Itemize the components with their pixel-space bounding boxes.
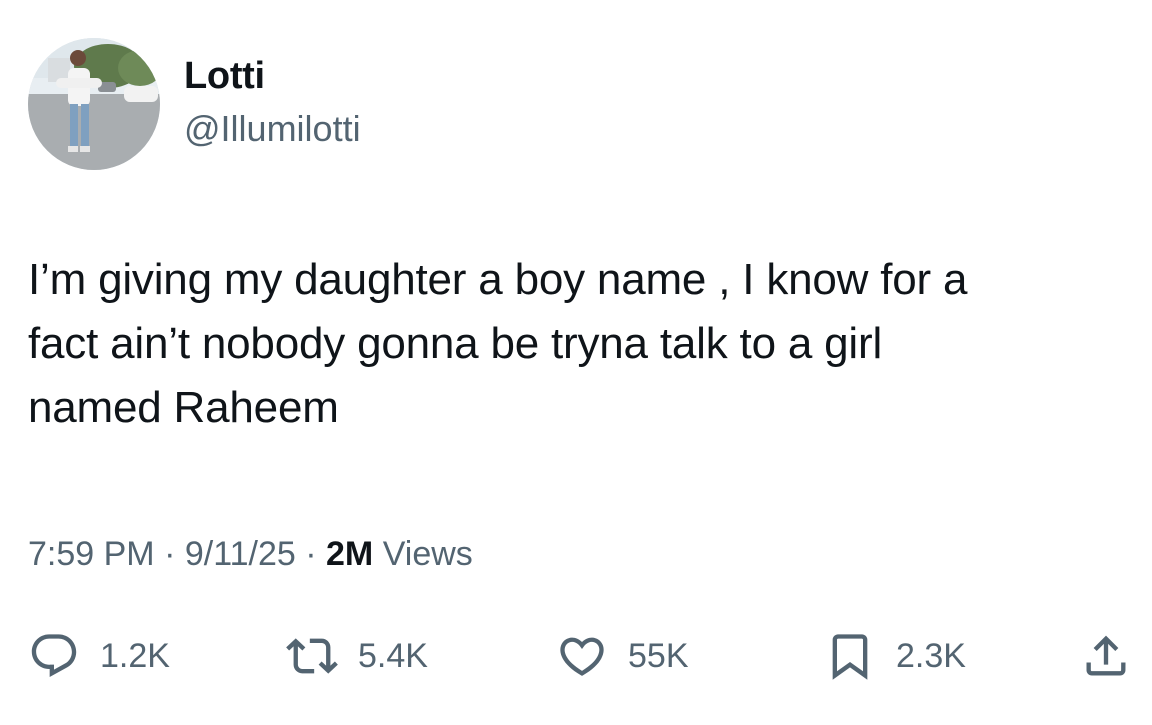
tweet-meta: 7:59 PM · 9/11/25 · 2M Views	[28, 530, 473, 578]
like-count: 55K	[628, 637, 689, 675]
bookmark-button[interactable]: 2.3K	[824, 624, 966, 688]
bookmark-icon	[832, 634, 868, 680]
reply-count: 1.2K	[100, 637, 170, 675]
meta-separator: ·	[305, 535, 317, 573]
retweet-button[interactable]: 5.4K	[286, 624, 428, 688]
user-handle[interactable]: @Illumilotti	[184, 106, 361, 152]
avatar-photo	[28, 38, 160, 170]
action-bar: 1.2K 5.4K 55K 2.3K	[28, 624, 1140, 688]
tweet-time[interactable]: 7:59 PM	[28, 535, 155, 573]
views-label: Views	[382, 535, 473, 573]
meta-separator: ·	[164, 535, 176, 573]
retweet-count: 5.4K	[358, 637, 428, 675]
reply-icon	[31, 634, 77, 678]
share-icon	[1086, 635, 1126, 676]
tweet-date[interactable]: 9/11/25	[185, 535, 296, 573]
heart-icon	[560, 637, 604, 676]
reply-button[interactable]: 1.2K	[28, 624, 170, 688]
share-button[interactable]	[1080, 624, 1132, 688]
views-count: 2M	[326, 535, 374, 573]
display-name[interactable]: Lotti	[184, 52, 265, 100]
avatar[interactable]	[28, 38, 160, 170]
like-button[interactable]: 55K	[556, 624, 689, 688]
retweet-icon	[286, 638, 338, 674]
bookmark-count: 2.3K	[896, 637, 966, 675]
tweet-text: I’m giving my daughter a boy name , I kn…	[28, 255, 968, 432]
